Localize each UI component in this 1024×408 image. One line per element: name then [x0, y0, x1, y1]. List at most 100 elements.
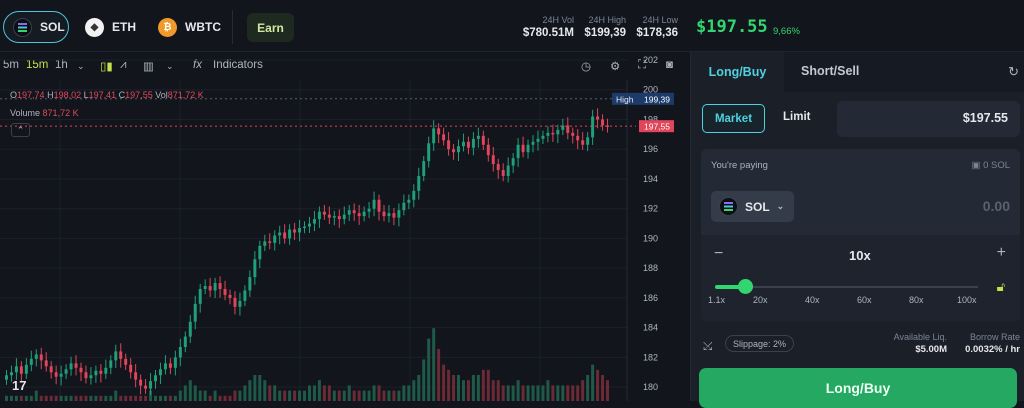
volume-bar	[64, 395, 68, 401]
candle-body	[586, 137, 590, 145]
leverage-tick: 1.1x	[708, 295, 726, 305]
leverage-tick: 100x	[957, 295, 977, 305]
candle-body	[64, 369, 68, 374]
volume-bar	[283, 390, 287, 401]
limit-price-field[interactable]: $197.55	[837, 101, 1020, 137]
y-tick-label: 184	[643, 323, 658, 333]
volume-bar	[198, 390, 202, 401]
candle-body	[491, 155, 495, 165]
candle-body	[154, 375, 157, 382]
volume-bar	[188, 380, 192, 401]
volume-bar	[312, 385, 316, 401]
candle-body	[357, 213, 361, 217]
lock-icon[interactable]: 🔓︎	[997, 279, 1005, 295]
candle-body	[4, 375, 8, 380]
volume-bar	[551, 385, 555, 401]
price-chart[interactable]: 202200198196194192190188186184182180High…	[0, 0, 690, 401]
volume-bar	[531, 385, 535, 401]
volume-bar	[322, 385, 326, 401]
pay-amount-input[interactable]: 0.00	[983, 198, 1010, 214]
volume-bar	[163, 395, 167, 401]
volume-bar	[268, 385, 272, 401]
candle-body	[337, 216, 341, 220]
volume-bar	[397, 390, 401, 401]
borrow-value: 0.0032% / hr	[965, 344, 1020, 355]
paying-label: You're paying	[711, 160, 768, 171]
candle-body	[134, 372, 138, 380]
y-tick-label: 192	[643, 204, 658, 214]
candle-body	[129, 364, 133, 373]
candle-body	[596, 116, 600, 120]
volume-bar	[581, 380, 585, 401]
candle-body	[183, 336, 187, 347]
candle-body	[119, 351, 123, 359]
candle-body	[521, 144, 525, 153]
candle-body	[24, 364, 28, 374]
current-price-marker-value: 197,55	[644, 122, 670, 132]
volume-bar	[516, 380, 520, 401]
candle-body	[228, 294, 232, 298]
candle-body	[452, 149, 456, 153]
candle-body	[372, 199, 376, 209]
available-liquidity: Available Liq. $5.00M	[887, 332, 947, 355]
order-type-market[interactable]: Market	[702, 104, 765, 133]
avail-label: Available Liq.	[893, 332, 947, 342]
volume-bar	[84, 395, 88, 401]
y-tick-label: 186	[643, 293, 658, 303]
order-type-limit[interactable]: Limit	[783, 111, 810, 123]
volume-bar	[253, 375, 257, 401]
candle-body	[14, 366, 18, 373]
leverage-slider-track[interactable]	[715, 286, 978, 288]
volume-bar	[39, 395, 43, 401]
volume-bar	[233, 390, 237, 401]
candle-body	[576, 135, 580, 141]
tab-long-buy[interactable]: Long/Buy	[691, 52, 784, 92]
chart-background	[0, 79, 690, 401]
borrow-rate: Borrow Rate 0.0032% / hr	[953, 332, 1020, 355]
volume-bar	[293, 390, 297, 401]
volume-bar	[79, 395, 83, 401]
volume-bar	[591, 364, 595, 401]
pay-token-select[interactable]: SOL ⌄	[711, 191, 794, 222]
vol-label: Vol	[155, 90, 168, 100]
tab-short-sell[interactable]: Short/Sell	[801, 64, 859, 78]
candle-body	[342, 214, 346, 220]
volume-bar	[457, 375, 460, 401]
volume-bar	[337, 390, 341, 401]
leverage-plus-button[interactable]: +	[997, 244, 1006, 262]
candle-body	[556, 129, 560, 135]
volume-bar	[223, 395, 227, 401]
pay-token-label: SOL	[745, 199, 770, 214]
y-tick-label: 194	[643, 174, 658, 184]
candle-body	[312, 219, 316, 224]
volume-bar	[124, 395, 128, 401]
avail-value: $5.00M	[915, 344, 947, 355]
candle-body	[298, 228, 302, 233]
volume-bar	[134, 395, 138, 401]
volume-bar	[382, 390, 386, 401]
leverage-minus-button[interactable]: −	[714, 245, 723, 263]
candle-body	[526, 144, 530, 153]
candle-body	[278, 232, 282, 236]
volume-bar	[452, 375, 456, 401]
leverage-slider-handle[interactable]	[737, 279, 753, 294]
candle-body	[238, 300, 242, 307]
candle-body	[397, 210, 401, 218]
volume-bar	[44, 395, 48, 401]
refresh-icon[interactable]: ↻	[1008, 64, 1019, 80]
volume-bar	[417, 375, 421, 401]
slippage-button[interactable]: Slippage: 2%	[725, 335, 794, 352]
long-buy-button[interactable]: Long/Buy	[699, 368, 1017, 408]
volume-bar	[158, 395, 162, 401]
candle-body	[476, 135, 480, 139]
balance-value: 0 SOL	[983, 160, 1010, 171]
candle-body	[327, 214, 331, 218]
candle-body	[198, 288, 202, 304]
collapse-icon[interactable]: ⌃	[11, 123, 30, 137]
candle-body	[303, 226, 307, 229]
volume-bar	[303, 390, 307, 401]
candle-body	[461, 141, 465, 147]
candle-body	[263, 241, 267, 246]
volume-bar	[427, 338, 431, 401]
volume-bar	[536, 385, 540, 401]
